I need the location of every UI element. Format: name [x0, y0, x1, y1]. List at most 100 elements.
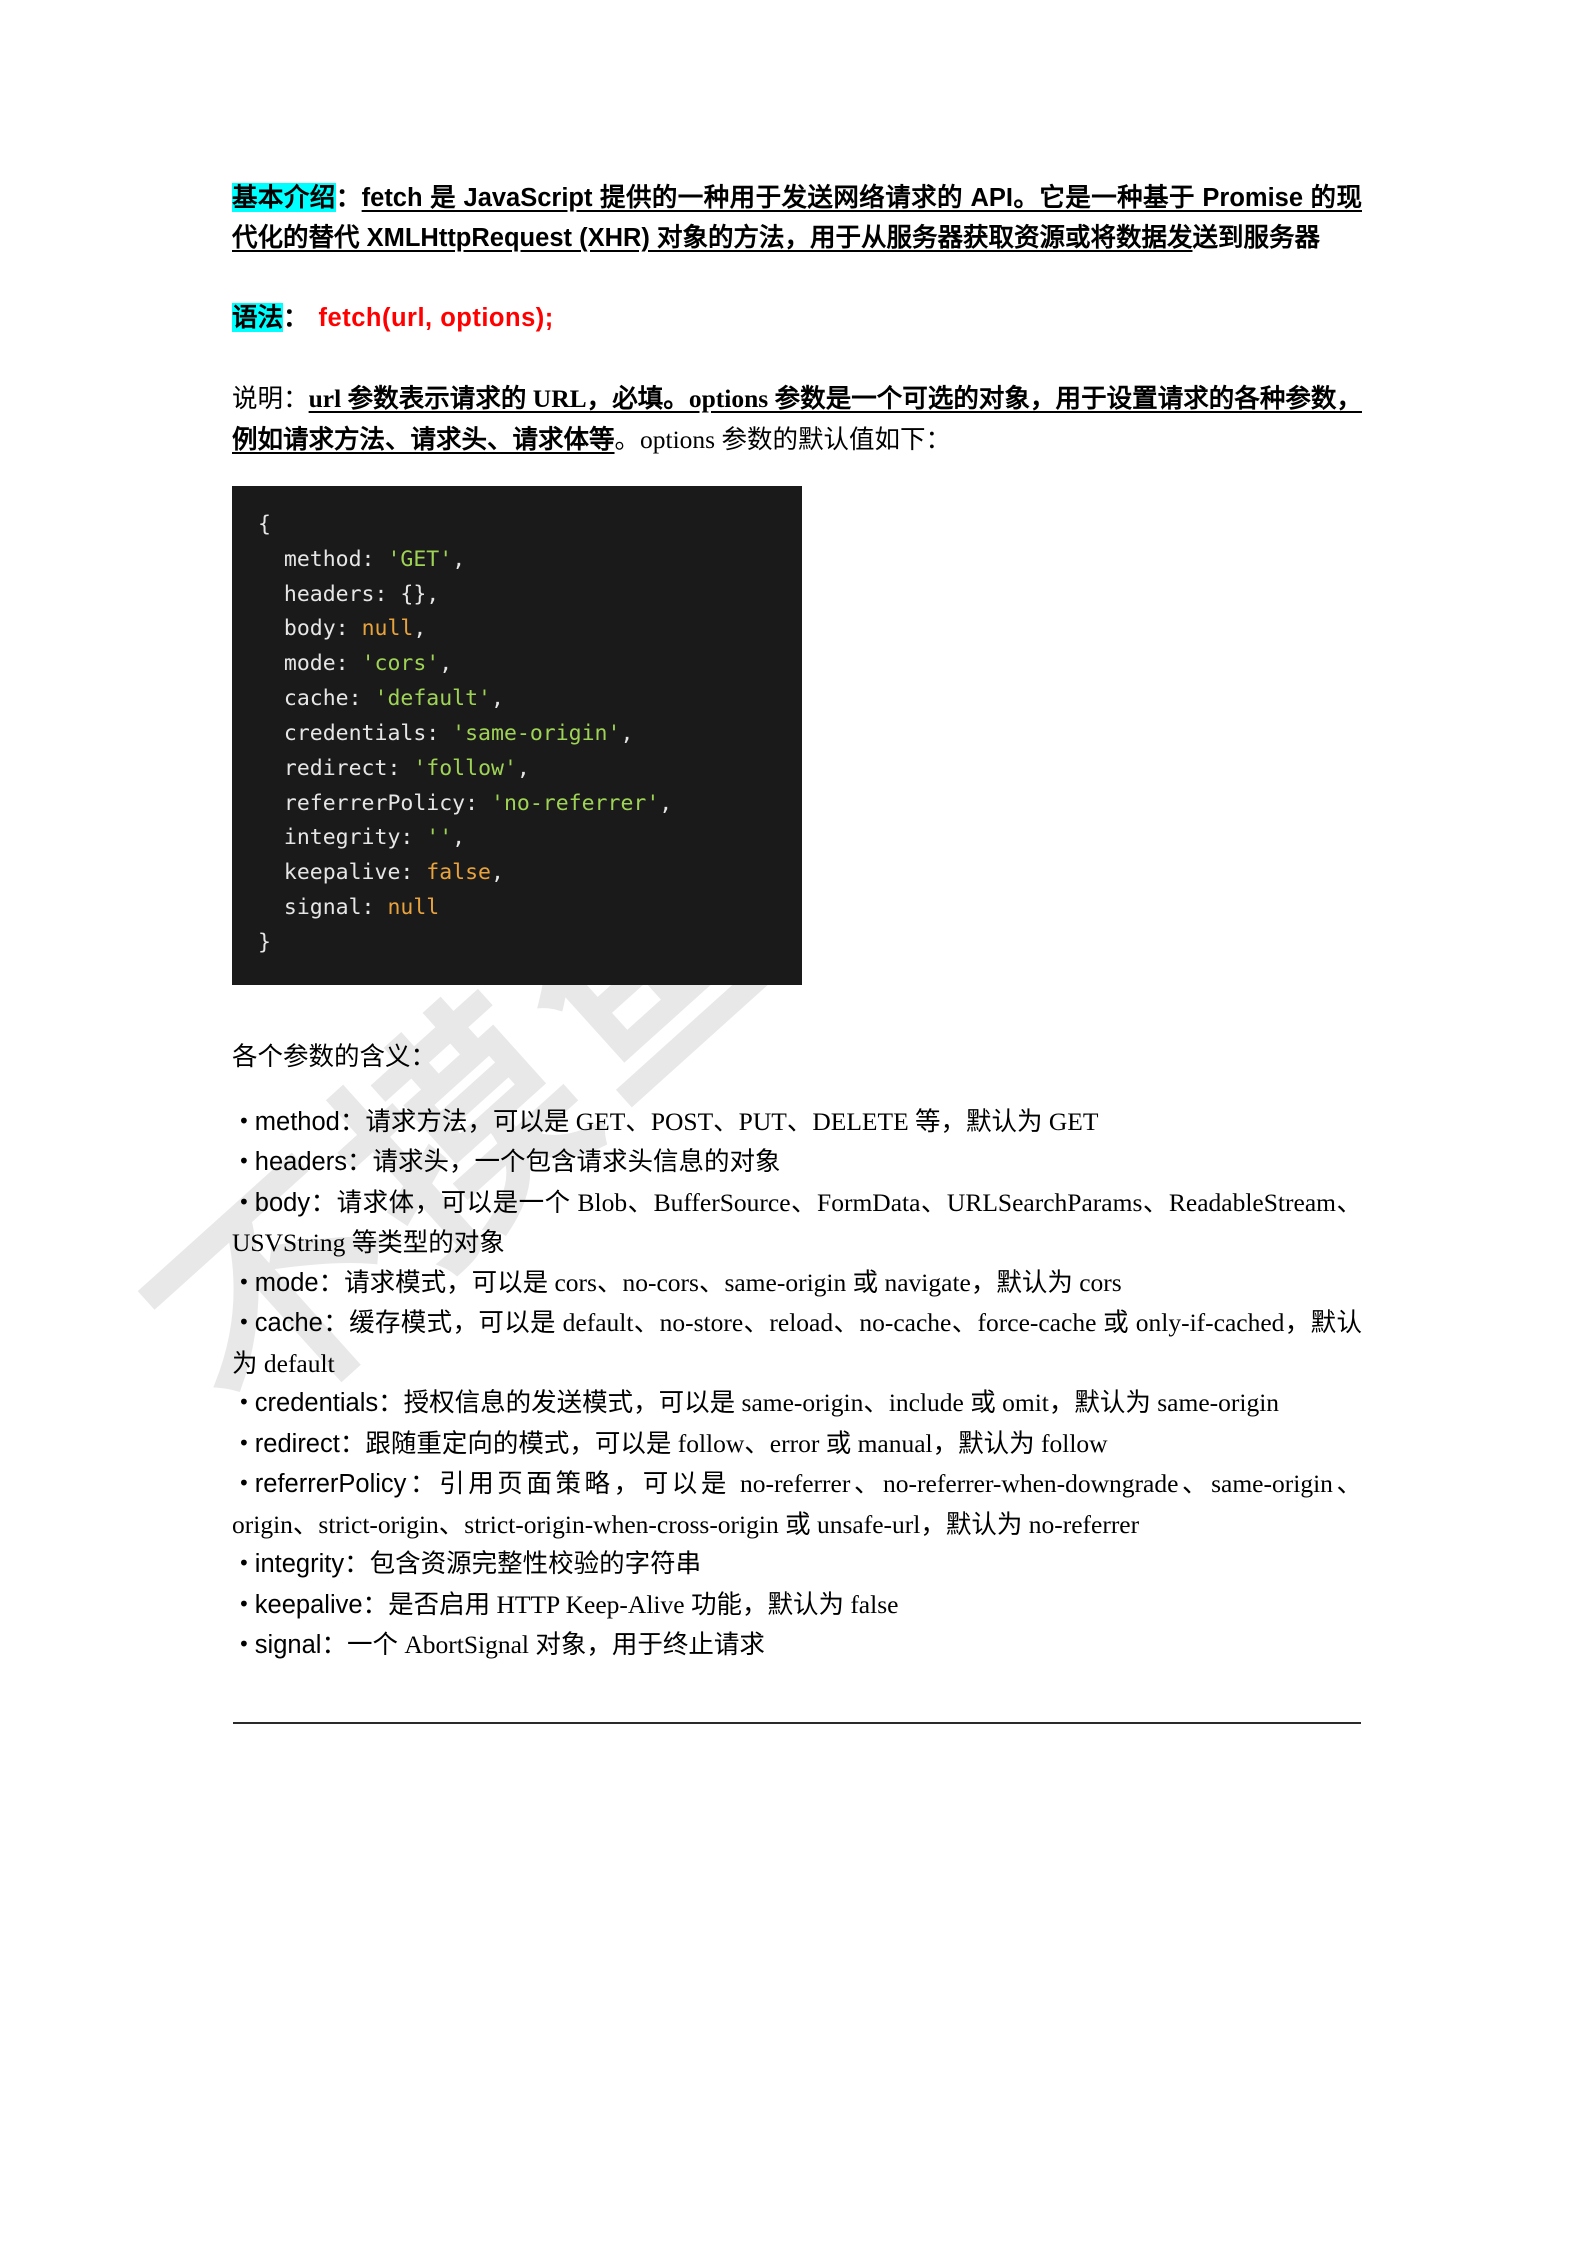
params-list: • method：请求方法，可以是 GET、POST、PUT、DELETE 等，默… [232, 1102, 1362, 1666]
code-value: false [426, 860, 492, 886]
param-separator: ： [322, 1308, 350, 1338]
param-item: • mode：请求模式，可以是 cors、no-cors、same-origin … [232, 1263, 1362, 1304]
syntax-code: fetch(url, options); [318, 303, 554, 332]
code-key: body: [283, 616, 362, 642]
param-description: 请求方法，可以是 GET、POST、PUT、DELETE 等，默认为 GET [365, 1106, 1099, 1136]
code-key: headers: [283, 581, 401, 607]
param-separator: ： [344, 1549, 370, 1579]
param-item: • referrerPolicy：引用页面策略，可以是 no-referrer、n… [232, 1464, 1362, 1544]
intro-colon: ： [335, 183, 362, 212]
code-comma: , [439, 651, 453, 677]
code-block-content: { method: 'GET', headers: {}, body: null… [232, 508, 802, 961]
intro-body-tail: 送到服务器 [1192, 223, 1321, 253]
code-comma: , [452, 825, 466, 851]
param-separator: ： [362, 1589, 389, 1619]
code-value: 'default' [374, 686, 492, 712]
intro-paragraph: 基本介绍：fetch 是 JavaScript 提供的一种用于发送网络请求的 A… [232, 178, 1362, 259]
param-name: signal [254, 1631, 322, 1660]
param-description: 请求头，一个包含请求头信息的对象 [372, 1147, 781, 1177]
code-comma: , [516, 755, 530, 781]
syntax-label: 语法 [232, 302, 284, 332]
code-value: '' [426, 825, 453, 851]
code-comma: , [491, 686, 504, 712]
code-value: 'GET' [387, 546, 453, 572]
description-label: 说明 [232, 383, 284, 413]
param-separator: ： [339, 1106, 366, 1136]
param-item: • signal：一个 AbortSignal 对象，用于终止请求 [232, 1625, 1362, 1666]
description-paragraph: 说明：url 参数表示请求的 URL，必填。options 参数是一个可选的对象… [232, 379, 1362, 461]
param-description: 一个 AbortSignal 对象，用于终止请求 [346, 1630, 765, 1660]
code-key: method: [283, 546, 388, 572]
param-item: • cache：缓存模式，可以是 default、no-store、reload、… [232, 1303, 1362, 1383]
code-comma: , [620, 720, 634, 746]
code-comma: , [491, 860, 504, 886]
code-key: redirect: [283, 755, 414, 781]
param-name: body [254, 1188, 311, 1217]
bullet-icon: • [238, 1149, 250, 1174]
param-description: 包含资源完整性校验的字符串 [369, 1549, 702, 1579]
document-page: 不摸鱼 基本介绍：fetch 是 JavaScript 提供的一种用于发送网络请… [0, 0, 1587, 2245]
param-name: credentials [254, 1389, 379, 1418]
intro-label: 基本介绍 [232, 183, 336, 212]
code-key: keepalive: [283, 860, 427, 886]
param-item: • redirect：跟随重定向的模式，可以是 follow、error 或 ma… [232, 1424, 1362, 1465]
document-content: 基本介绍：fetch 是 JavaScript 提供的一种用于发送网络请求的 A… [232, 0, 1362, 1732]
bullet-icon: • [238, 1189, 250, 1214]
param-separator: ： [310, 1187, 337, 1217]
param-description: 缓存模式，可以是 default、no-store、reload、no-cach… [232, 1308, 1362, 1378]
params-title: 各个参数的含义： [232, 1041, 437, 1071]
param-separator: ： [339, 1428, 366, 1458]
code-value: null [387, 895, 440, 921]
bullet-icon: • [238, 1269, 250, 1294]
param-name: mode [254, 1268, 319, 1297]
code-key: integrity: [283, 825, 427, 851]
param-item: • keepalive：是否启用 HTTP Keep-Alive 功能，默认为 f… [232, 1585, 1362, 1626]
description-colon: ： [283, 383, 309, 413]
param-separator: ： [346, 1147, 373, 1177]
code-comma: , [659, 790, 673, 816]
code-key: signal: [283, 895, 388, 921]
bullet-icon: • [238, 1471, 250, 1496]
param-separator: ： [321, 1630, 347, 1660]
param-item: • integrity：包含资源完整性校验的字符串 [232, 1544, 1362, 1585]
syntax-colon: ： [283, 302, 309, 332]
code-value: 'same-origin' [452, 720, 621, 746]
param-item: • method：请求方法，可以是 GET、POST、PUT、DELETE 等，默… [232, 1102, 1362, 1143]
bullet-icon: • [238, 1632, 250, 1657]
param-name: method [254, 1107, 340, 1136]
param-description: 请求模式，可以是 cors、no-cors、same-origin 或 navi… [344, 1267, 1122, 1297]
bullet-icon: • [238, 1108, 250, 1133]
param-name: keepalive [254, 1590, 363, 1619]
param-separator: ： [378, 1388, 404, 1418]
param-item: • credentials：授权信息的发送模式，可以是 same-origin、i… [232, 1383, 1362, 1424]
code-brace: { [258, 511, 271, 537]
bullet-icon: • [238, 1310, 250, 1335]
param-item: • body：请求体，可以是一个 Blob、BufferSource、FormDa… [232, 1183, 1362, 1263]
code-key: cache: [283, 686, 375, 712]
code-key: mode: [283, 651, 362, 677]
code-key: referrerPolicy: [283, 790, 491, 816]
code-value: null [361, 616, 414, 642]
bottom-divider [233, 1721, 1361, 1724]
code-key: credentials: [283, 720, 453, 746]
bullet-icon: • [238, 1390, 250, 1415]
code-block: { method: 'GET', headers: {}, body: null… [232, 485, 802, 985]
code-value: 'cors' [361, 651, 440, 677]
description-plain: 。options 参数的默认值如下： [614, 424, 951, 454]
code-comma: , [426, 581, 440, 607]
param-name: integrity [254, 1550, 345, 1579]
syntax-paragraph: 语法： fetch(url, options); [232, 299, 1362, 337]
param-name: headers [254, 1148, 347, 1177]
param-name: referrerPolicy [254, 1470, 407, 1499]
bullet-icon: • [238, 1430, 250, 1455]
param-separator: ： [318, 1267, 345, 1297]
bullet-icon: • [238, 1551, 250, 1576]
param-separator: ： [406, 1469, 440, 1499]
param-description: 跟随重定向的模式，可以是 follow、error 或 manual，默认为 f… [365, 1428, 1108, 1458]
code-comma: , [452, 546, 466, 572]
code-value: {} [400, 581, 427, 607]
param-description: 请求体，可以是一个 Blob、BufferSource、FormData、URL… [232, 1187, 1362, 1258]
param-name: cache [254, 1309, 323, 1338]
param-item: • headers：请求头，一个包含请求头信息的对象 [232, 1142, 1362, 1183]
param-description: 授权信息的发送模式，可以是 same-origin、include 或 omit… [403, 1388, 1280, 1418]
